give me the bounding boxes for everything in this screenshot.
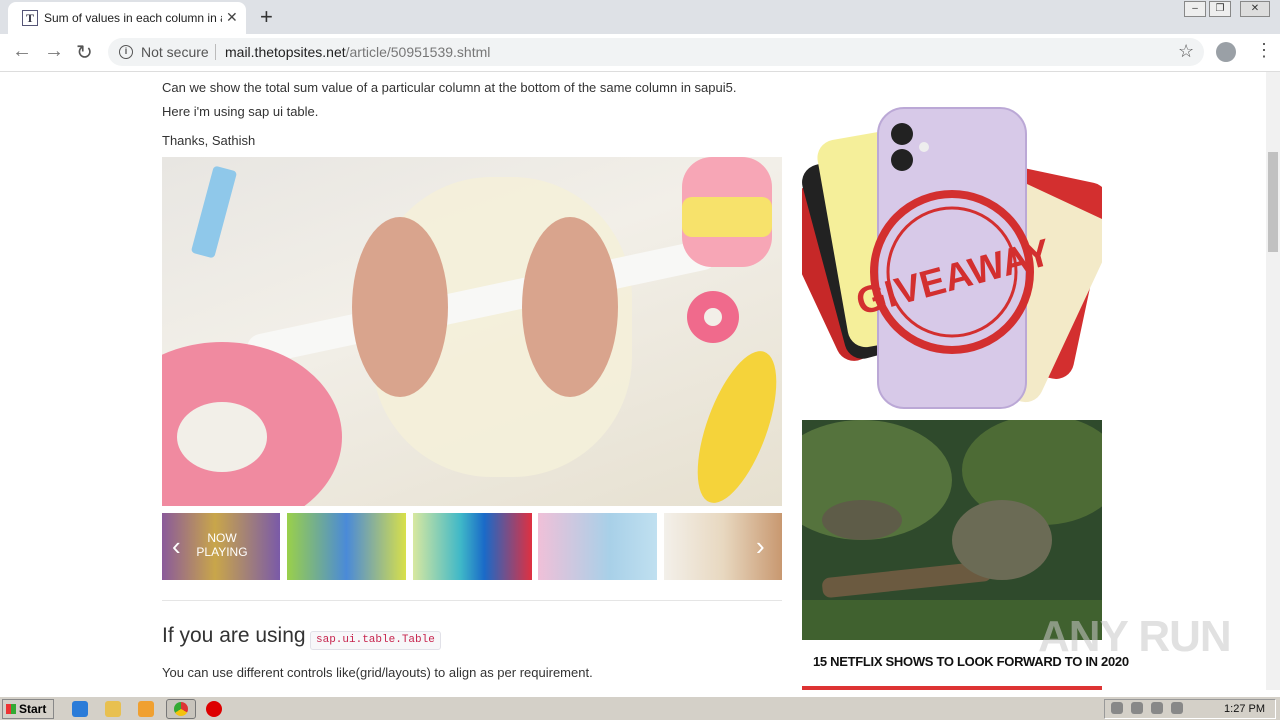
playlist-item[interactable]: ›: [664, 513, 782, 580]
chrome-taskbar-button[interactable]: [166, 699, 196, 719]
url-text[interactable]: mail.thetopsites.net/article/50951539.sh…: [225, 44, 490, 60]
ad-strip[interactable]: [802, 686, 1102, 690]
tray-arrow-icon[interactable]: [1111, 702, 1123, 714]
security-alert-icon[interactable]: [206, 701, 222, 717]
iphone-giveaway-image: GIVEAWAY: [775, 107, 1113, 409]
site-favicon-icon: T: [22, 10, 38, 26]
playlist-item[interactable]: [287, 513, 406, 580]
tab-close-icon[interactable]: ✕: [226, 9, 238, 26]
dinosaur-ad-image[interactable]: [802, 420, 1102, 640]
taskbar: Start 1:27 PM: [0, 696, 1280, 720]
url-host: mail.thetopsites.net: [225, 44, 346, 60]
start-label: Start: [19, 702, 47, 716]
system-tray: 1:27 PM: [1104, 699, 1276, 719]
playlist-item[interactable]: [413, 513, 532, 580]
tab-title: Sum of values in each column in a table: [44, 11, 222, 25]
answer-body: You can use different controls like(grid…: [162, 665, 593, 680]
giveaway-ad[interactable]: GIVEAWAY: [775, 72, 1113, 417]
window-restore-button[interactable]: ❐: [1209, 1, 1231, 17]
volume-icon[interactable]: [1131, 702, 1143, 714]
video-player[interactable]: [162, 157, 782, 506]
start-button[interactable]: Start: [2, 699, 54, 719]
browser-toolbar: ← → ↻ i Not secure mail.thetopsites.net/…: [0, 34, 1280, 72]
scrollbar-thumb[interactable]: [1268, 152, 1278, 252]
answer-heading: If you are using: [162, 624, 306, 647]
question-line-1: Can we show the total sum value of a par…: [162, 80, 737, 95]
inline-code: sap.ui.table.Table: [310, 631, 441, 650]
media-player-icon[interactable]: [138, 701, 154, 717]
not-secure-label[interactable]: Not secure: [141, 44, 209, 60]
tab-strip: T Sum of values in each column in a tabl…: [0, 0, 1280, 34]
network-icon[interactable]: [1151, 702, 1163, 714]
question-signature: Thanks, Sathish: [162, 133, 256, 148]
folder-icon[interactable]: [105, 701, 121, 717]
forward-arrow-icon[interactable]: →: [44, 40, 64, 63]
anyrun-watermark: ANY RUN: [1038, 612, 1232, 661]
active-tab[interactable]: T Sum of values in each column in a tabl…: [8, 2, 246, 34]
omnibox-divider: [215, 44, 216, 60]
question-line-2: Here i'm using sap ui table.: [162, 104, 319, 119]
flag-icon[interactable]: [1171, 702, 1183, 714]
kebab-menu-icon[interactable]: ⋮: [1255, 40, 1273, 61]
jungle-scene-image: [802, 420, 1102, 640]
bookmark-star-icon[interactable]: ☆: [1178, 41, 1194, 62]
window-minimize-button[interactable]: –: [1184, 1, 1206, 17]
address-bar[interactable]: i Not secure mail.thetopsites.net/articl…: [108, 38, 1204, 66]
windows-logo-icon: [6, 704, 16, 714]
url-path: /article/50951539.shtml: [345, 44, 491, 60]
playlist-prev-icon[interactable]: ‹: [172, 531, 181, 562]
window-close-button[interactable]: ✕: [1240, 1, 1270, 17]
playlist-item[interactable]: ‹ NOW PLAYING: [162, 513, 280, 580]
page-viewport: Can we show the total sum value of a par…: [0, 72, 1266, 690]
reload-icon[interactable]: ↻: [76, 40, 93, 65]
info-icon[interactable]: i: [119, 45, 133, 59]
back-arrow-icon[interactable]: ←: [12, 40, 32, 63]
playlist-next-icon[interactable]: ›: [756, 531, 765, 562]
section-divider: [162, 600, 782, 601]
new-tab-button[interactable]: +: [260, 4, 273, 30]
playlist-item[interactable]: [538, 513, 657, 580]
video-frame-image: [162, 157, 777, 506]
chrome-icon: [174, 702, 188, 716]
ie-icon[interactable]: [72, 701, 88, 717]
clock[interactable]: 1:27 PM: [1224, 703, 1265, 715]
now-playing-label: NOW PLAYING: [196, 531, 248, 559]
profile-avatar-icon[interactable]: [1216, 42, 1236, 62]
video-playlist: ‹ NOW PLAYING ›: [162, 513, 782, 580]
